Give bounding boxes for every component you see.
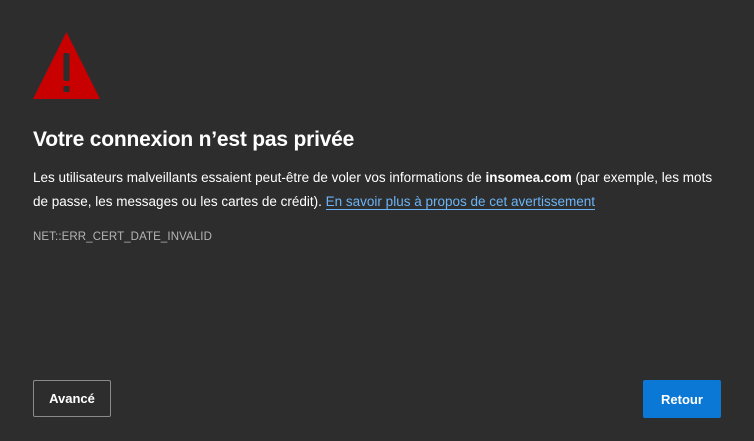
- warning-triangle-icon: [32, 31, 101, 100]
- page-title: Votre connexion n’est pas privée: [33, 128, 355, 151]
- error-code: NET::ERR_CERT_DATE_INVALID: [33, 231, 212, 243]
- warning-description: Les utilisateurs malveillants essaient p…: [33, 166, 723, 214]
- site-domain: insomea.com: [485, 170, 572, 185]
- learn-more-link[interactable]: En savoir plus à propos de cet avertisse…: [325, 194, 596, 210]
- description-text-before: Les utilisateurs malveillants essaient p…: [33, 170, 486, 185]
- advanced-button[interactable]: Avancé: [33, 380, 111, 417]
- back-button[interactable]: Retour: [643, 380, 721, 418]
